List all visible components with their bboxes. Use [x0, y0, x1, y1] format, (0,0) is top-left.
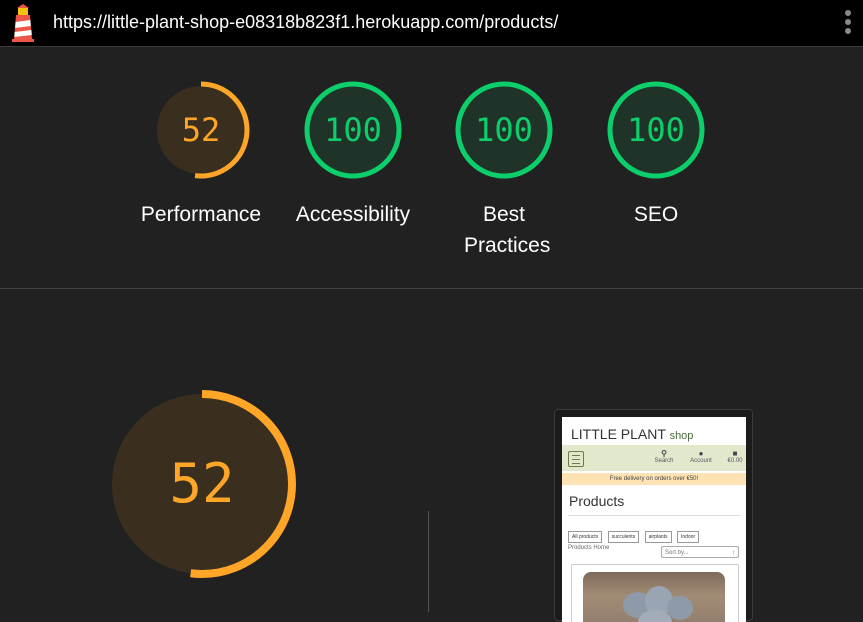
bag-icon: ■: [732, 449, 738, 458]
score-value: 100: [627, 111, 685, 149]
performance-gauge-large: 52: [106, 388, 298, 580]
vertical-divider: [428, 511, 429, 612]
score-label: Accessibility: [295, 203, 411, 226]
gauge-performance[interactable]: 52 Performance: [136, 80, 266, 230]
nav-bag-label: €0.00: [727, 458, 743, 464]
nav-account: ● Account: [688, 449, 714, 464]
nav-search-label: Search: [654, 458, 674, 464]
section-divider: [0, 288, 863, 289]
kebab-menu-icon[interactable]: [844, 10, 852, 36]
score-label: SEO: [633, 203, 679, 226]
category-chips: All products succulents airplants Indoor: [568, 525, 700, 543]
score-value: 100: [475, 111, 533, 149]
product-image: [583, 572, 725, 622]
score-value: 100: [324, 111, 382, 149]
products-heading: Products: [569, 493, 625, 509]
page-url[interactable]: https://little-plant-shop-e08318b823f1.h…: [53, 12, 558, 33]
nav-search: ⚲ Search: [651, 449, 677, 464]
site-logo: LITTLE PLANT shop: [571, 426, 693, 442]
delivery-banner: Free delivery on orders over €50!: [562, 473, 746, 485]
category-chip: succulents: [607, 531, 640, 543]
heading-rule: [568, 515, 740, 516]
search-icon: ⚲: [661, 449, 667, 458]
page-screenshot[interactable]: LITTLE PLANT shop ⚲ Search ● Account ■ €…: [554, 409, 753, 622]
lighthouse-icon: [12, 4, 34, 42]
score-label: Best Practices: [464, 203, 551, 257]
site-navbar: ⚲ Search ● Account ■ €0.00: [562, 445, 746, 471]
brand-name: LITTLE PLANT: [571, 426, 666, 442]
breadcrumb: Products Home: [568, 545, 610, 551]
mobile-preview: LITTLE PLANT shop ⚲ Search ● Account ■ €…: [562, 417, 746, 622]
score-label: Performance: [140, 203, 262, 226]
brand-suffix: shop: [669, 430, 694, 442]
gauge-seo[interactable]: 100 SEO: [591, 80, 721, 230]
category-chip: All products: [568, 531, 603, 543]
sort-select: Sort by...: [661, 546, 739, 559]
performance-score: 52: [169, 452, 235, 515]
product-card: [571, 564, 739, 622]
nav-account-label: Account: [690, 458, 712, 464]
top-bar: https://little-plant-shop-e08318b823f1.h…: [0, 0, 863, 47]
category-chip: airplants: [644, 531, 672, 543]
nav-bag: ■ €0.00: [722, 449, 746, 464]
gauge-accessibility[interactable]: 100 Accessibility: [288, 80, 418, 230]
hamburger-icon: [568, 451, 584, 467]
gauge-best-practices[interactable]: 100 Best Practices: [439, 80, 569, 261]
score-value: 52: [181, 111, 221, 149]
category-chip: Indoor: [677, 531, 700, 543]
account-icon: ●: [698, 449, 704, 458]
